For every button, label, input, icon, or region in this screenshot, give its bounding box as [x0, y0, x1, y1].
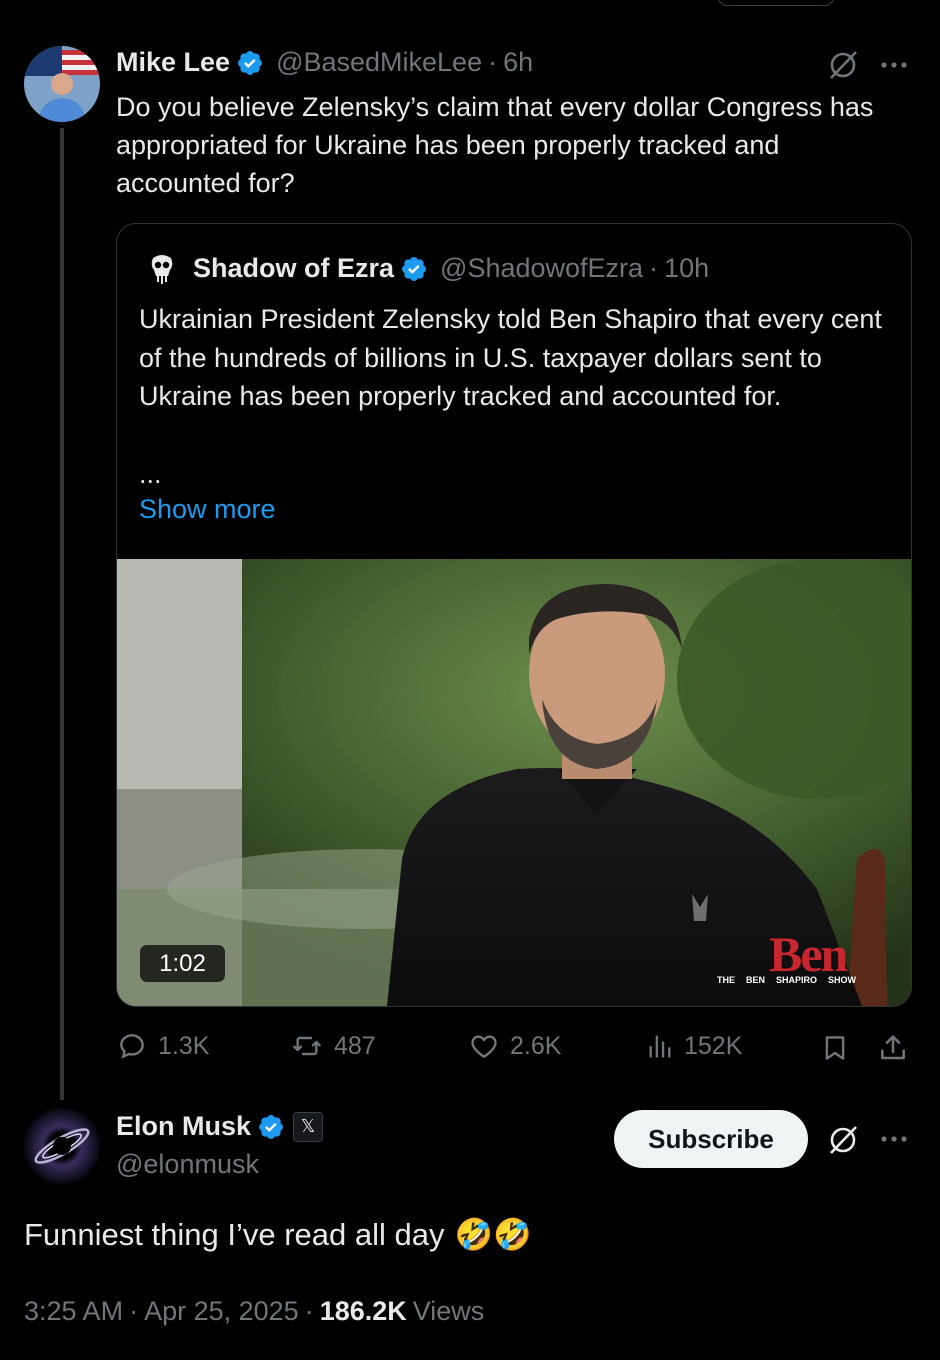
quoted-tweet-card[interactable]: Shadow of Ezra @ShadowofEzra · 10h Ukrai… [116, 223, 912, 1007]
avatar-elon-musk[interactable] [24, 1108, 100, 1184]
repost-icon [293, 1036, 321, 1056]
analytics-icon [649, 1035, 671, 1058]
repost-button[interactable]: 487 [290, 1030, 376, 1062]
views-button[interactable]: 152K [646, 1030, 742, 1062]
views-label: Views [412, 1296, 485, 1326]
verified-badge-icon [238, 50, 263, 75]
watermark-word-1: THE [717, 975, 735, 985]
repost-count: 487 [334, 1031, 376, 1060]
main-tweet-meta: 3:25 AM · Apr 25, 2025 · 186.2K Views [24, 1296, 484, 1327]
watermark-word-3: SHAPIRO [776, 975, 818, 985]
avatar-mike-lee[interactable] [24, 46, 100, 122]
heart-icon [471, 1035, 497, 1059]
quoted-tweet-text: Ukrainian President Zelensky told Ben Sh… [139, 304, 882, 411]
verified-badge-icon [402, 256, 426, 281]
quoted-tweet-ellipsis: ... [139, 459, 162, 489]
grok-icon[interactable] [826, 48, 860, 82]
author-handle[interactable]: @BasedMikeLee [276, 47, 482, 78]
main-tweet-text: Funniest thing I’ve read all day 🤣🤣 [24, 1216, 532, 1253]
separator-dot: · [304, 1296, 314, 1326]
video-duration-badge: 1:02 [140, 945, 225, 982]
share-icon[interactable] [877, 1032, 909, 1064]
separator-dot: · [488, 47, 498, 77]
watermark-word-2: BEN [746, 975, 766, 985]
rofl-emoji: 🤣🤣 [454, 1217, 532, 1252]
reply-icon [120, 1034, 144, 1059]
author-name[interactable]: Mike Lee [116, 47, 230, 78]
quoted-author-name[interactable]: Shadow of Ezra [193, 253, 394, 284]
author-name[interactable]: Elon Musk [116, 1111, 251, 1142]
thread-connector-line [60, 128, 64, 1100]
main-tweet-text-content: Funniest thing I’ve read all day [24, 1216, 445, 1252]
new-posts-pill[interactable] [718, 0, 834, 6]
watermark-word-4: SHOW [828, 975, 857, 985]
video-player[interactable]: 1:02 Ben THE BEN SHAPIRO SHOW [117, 559, 911, 1006]
avatar-shadow-of-ezra[interactable] [145, 252, 179, 286]
main-tweet-author-row: Elon Musk 𝕏 [116, 1111, 324, 1142]
parent-tweet-header: Mike Lee @BasedMikeLee · 6h [116, 47, 533, 78]
more-options-icon[interactable] [879, 1134, 909, 1144]
post-time[interactable]: 3:25 AM [24, 1296, 123, 1327]
quoted-tweet-header: Shadow of Ezra @ShadowofEzra · 10h [193, 253, 709, 284]
parent-tweet-text: Do you believe Zelensky’s claim that eve… [116, 92, 874, 198]
separator-dot: · [129, 1296, 139, 1326]
bookmark-icon[interactable] [820, 1032, 850, 1064]
grok-icon[interactable] [826, 1123, 860, 1157]
reply-count: 1.3K [158, 1031, 210, 1060]
views-count: 186.2K [319, 1296, 407, 1326]
verified-badge-icon [259, 1114, 283, 1139]
like-count: 2.6K [510, 1031, 562, 1060]
affiliate-badge-x-icon[interactable]: 𝕏 [293, 1111, 324, 1142]
show-watermark-logo: Ben THE BEN SHAPIRO SHOW [717, 926, 887, 991]
subscribe-button[interactable]: Subscribe [614, 1110, 808, 1168]
quoted-author-handle[interactable]: @ShadowofEzra [440, 253, 643, 284]
author-handle[interactable]: @elonmusk [116, 1149, 259, 1180]
quoted-post-time: 10h [664, 253, 710, 283]
more-options-icon[interactable] [879, 60, 909, 70]
show-more-link[interactable]: Show more [139, 490, 276, 528]
like-button[interactable]: 2.6K [468, 1030, 561, 1062]
view-count: 152K [684, 1031, 743, 1060]
separator-dot: · [649, 253, 659, 283]
post-date[interactable]: Apr 25, 2025 [144, 1296, 299, 1327]
post-time[interactable]: 6h [503, 47, 533, 78]
reply-button[interactable]: 1.3K [116, 1030, 209, 1062]
